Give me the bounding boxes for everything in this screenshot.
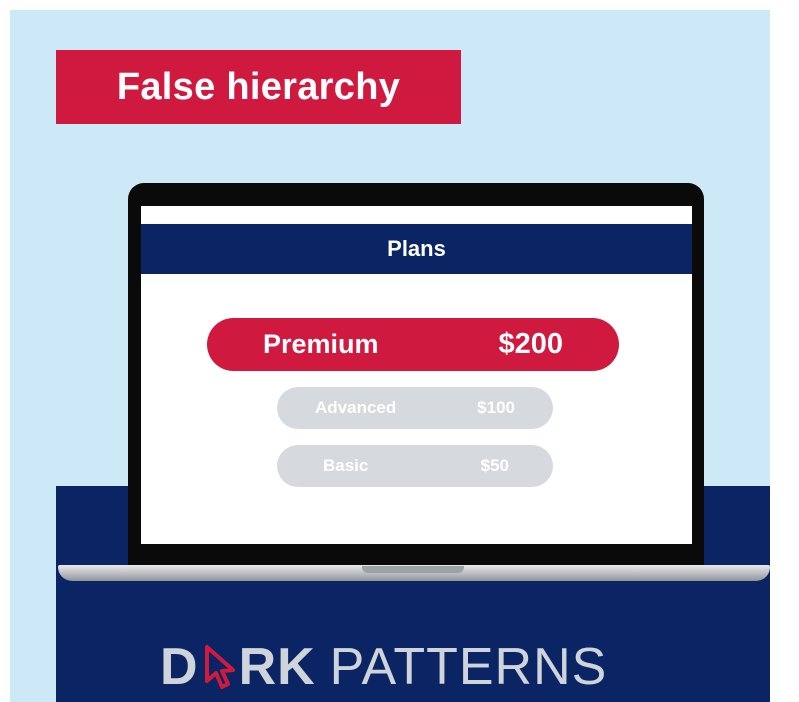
title-banner: False hierarchy — [56, 50, 461, 124]
cursor-arrow-icon — [204, 645, 235, 689]
plan-name: Premium — [263, 329, 379, 359]
plan-name: Advanced — [315, 398, 397, 417]
plans-header: Plans — [141, 224, 692, 274]
plan-option-basic[interactable]: Basic $50 — [277, 445, 553, 487]
plan-price: $100 — [477, 398, 515, 417]
plan-option-premium[interactable]: Premium $200 — [207, 318, 619, 371]
brand-letters-rk: RK — [238, 638, 316, 696]
brand-word-patterns: PATTERNS — [329, 638, 608, 696]
plan-name: Basic — [323, 456, 369, 475]
laptop-screen: Plans Premium $200 Advanced $100 Basic $… — [141, 206, 692, 544]
poster: False hierarchy Plans Premium $200 Advan… — [0, 0, 799, 702]
banner-title: False hierarchy — [116, 65, 401, 108]
plans-title: Plans — [387, 236, 446, 261]
laptop-notch — [362, 566, 464, 573]
plan-option-advanced[interactable]: Advanced $100 — [277, 387, 553, 429]
plan-price: $200 — [498, 328, 563, 360]
plan-price: $50 — [480, 456, 509, 475]
brand-logo: D RK PATTERNS — [160, 632, 607, 702]
brand-letter-d: D — [160, 638, 199, 696]
